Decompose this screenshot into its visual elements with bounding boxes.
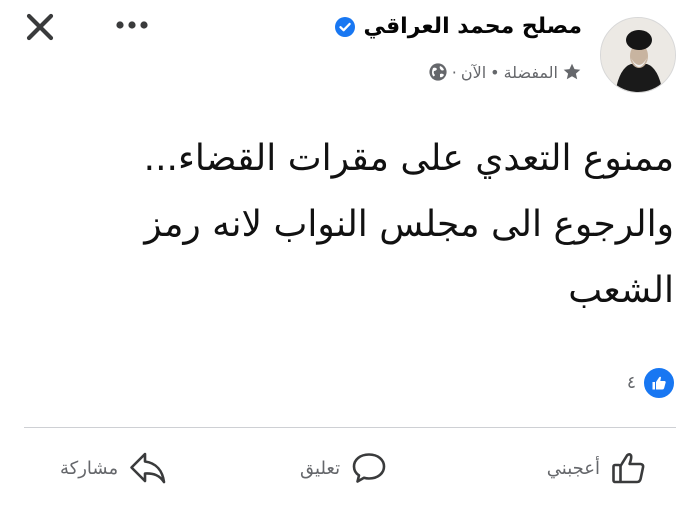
meta-dot: · <box>451 62 457 82</box>
more-horizontal-icon <box>116 21 148 29</box>
verified-badge-icon <box>334 16 356 38</box>
reactions-summary[interactable]: ٤ <box>627 366 676 400</box>
post-meta: المفضلة • الآن · <box>428 62 582 82</box>
post-text-line: الشعب <box>568 270 674 311</box>
share-arrow-icon <box>128 449 168 487</box>
like-label: أعجبني <box>546 457 600 479</box>
post-time[interactable]: الآن <box>461 63 486 82</box>
share-label: مشاركة <box>60 457 119 479</box>
star-icon <box>562 62 582 82</box>
close-icon <box>26 13 54 41</box>
globe-icon <box>428 62 448 82</box>
comment-bubble-icon <box>350 449 388 487</box>
facebook-post: مصلح محمد العراقي المفضلة • الآن · ممنوع… <box>0 0 700 510</box>
comment-button[interactable]: تعليق <box>300 446 388 490</box>
post-text-line: والرجوع الى مجلس النواب لانه رمز <box>144 204 674 245</box>
divider <box>24 427 676 428</box>
like-button[interactable]: أعجبني <box>547 446 648 490</box>
favorites-label[interactable]: المفضلة <box>504 63 558 82</box>
avatar[interactable] <box>600 17 676 93</box>
post-text-line: ممنوع التعدي على مقرات القضاء... <box>143 138 674 179</box>
share-button[interactable]: مشاركة <box>60 446 168 490</box>
thumbs-up-icon <box>610 449 648 487</box>
post-text: ممنوع التعدي على مقرات القضاء... والرجوع… <box>44 126 674 324</box>
author-name[interactable]: مصلح محمد العراقي <box>364 14 583 39</box>
profile-photo <box>601 18 675 92</box>
author-row: مصلح محمد العراقي <box>334 14 583 39</box>
reaction-count: ٤ <box>626 373 636 393</box>
close-button[interactable] <box>20 10 60 44</box>
comment-label: تعليق <box>300 457 341 479</box>
meta-separator: • <box>490 62 500 82</box>
more-options-button[interactable] <box>110 10 154 40</box>
like-reaction-icon <box>642 366 676 400</box>
